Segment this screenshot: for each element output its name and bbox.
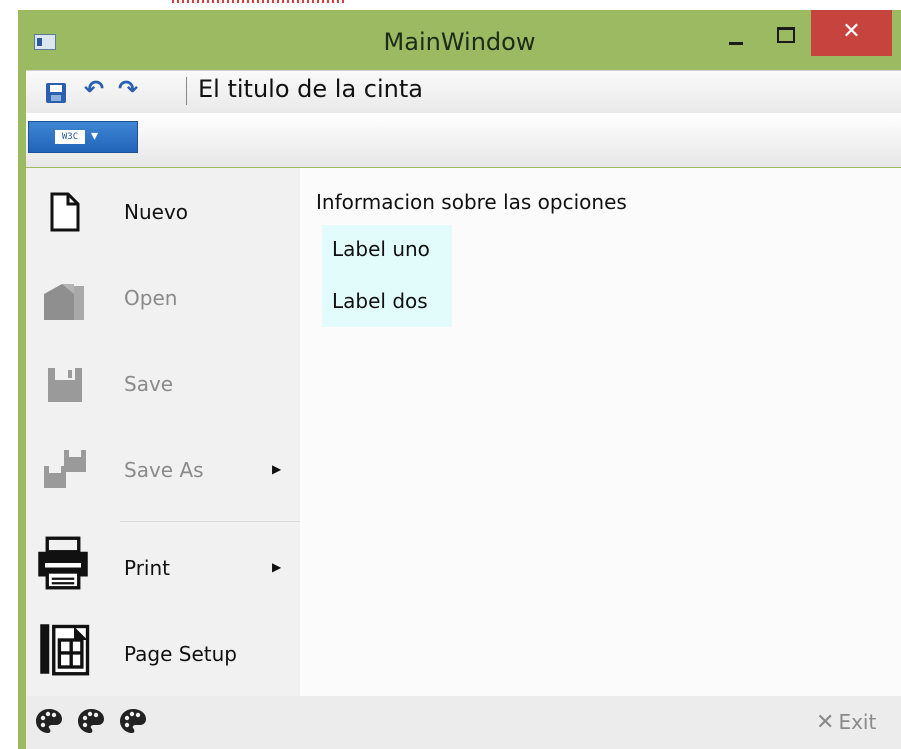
menu-footer: ✕ Exit xyxy=(26,696,901,749)
menu-item-open[interactable]: Open xyxy=(26,254,300,340)
menu-item-nuevo[interactable]: Nuevo xyxy=(26,168,300,254)
save-as-icon xyxy=(44,450,86,488)
palette-icon[interactable] xyxy=(118,706,148,736)
save-floppy-icon xyxy=(48,368,82,402)
undo-icon[interactable]: ↶ xyxy=(84,75,104,103)
redo-icon[interactable]: ↷ xyxy=(118,75,138,103)
menu-item-label: Nuevo xyxy=(124,200,189,224)
background-editor xyxy=(0,0,18,749)
menu-divider xyxy=(120,521,300,522)
label-dos: Label dos xyxy=(332,289,428,313)
main-window: MainWindow ✕ ↶ ↷ El titulo de la cinta W… xyxy=(18,10,901,749)
quick-access-toolbar: ↶ ↷ El titulo de la cinta xyxy=(26,70,901,114)
menu-item-label: Page Setup xyxy=(124,642,237,666)
save-icon[interactable] xyxy=(46,83,66,103)
title-bar[interactable]: MainWindow ✕ xyxy=(18,10,901,72)
toolbar-separator xyxy=(186,77,187,105)
menu-item-save-as[interactable]: Save As ▶ xyxy=(26,426,300,512)
printer-icon xyxy=(38,536,88,590)
minimize-button[interactable] xyxy=(714,20,760,60)
menu-item-label: Print xyxy=(124,556,171,580)
background-squiggle xyxy=(172,0,347,3)
menu-item-label: Open xyxy=(124,286,178,310)
menu-list: Nuevo Open Save Save As ▶ Print ▶ Page S… xyxy=(26,168,300,696)
ribbon-title: El titulo de la cinta xyxy=(198,75,423,103)
label-uno: Label uno xyxy=(332,237,430,261)
menu-item-label: Save xyxy=(124,372,174,396)
w3c-icon: W3C xyxy=(55,130,85,144)
maximize-button[interactable] xyxy=(764,20,810,60)
palette-icon[interactable] xyxy=(34,706,64,736)
menu-item-print[interactable]: Print ▶ xyxy=(26,524,300,610)
close-button[interactable]: ✕ xyxy=(811,10,892,56)
application-menu-button[interactable]: W3C ▾ xyxy=(28,121,138,153)
application-menu-panel: Nuevo Open Save Save As ▶ Print ▶ Page S… xyxy=(26,168,901,696)
submenu-arrow-icon: ▶ xyxy=(272,462,282,476)
menu-item-save[interactable]: Save xyxy=(26,340,300,426)
exit-label: Exit xyxy=(838,710,877,734)
menu-item-page-setup[interactable]: Page Setup xyxy=(26,610,300,696)
open-folder-icon xyxy=(44,284,84,320)
chevron-down-icon: ▾ xyxy=(91,128,99,144)
palette-icon[interactable] xyxy=(76,706,106,736)
ribbon-tab-row: W3C ▾ xyxy=(26,113,901,167)
page-setup-icon xyxy=(40,624,90,676)
info-title: Informacion sobre las opciones xyxy=(316,190,627,214)
exit-button[interactable]: ✕ Exit xyxy=(816,710,876,735)
menu-item-label: Save As xyxy=(124,458,204,482)
close-icon: ✕ xyxy=(816,710,835,735)
options-info-panel: Informacion sobre las opciones Label uno… xyxy=(300,168,901,696)
new-document-icon xyxy=(50,192,80,232)
label-group: Label uno Label dos xyxy=(322,225,452,327)
submenu-arrow-icon: ▶ xyxy=(272,560,282,574)
